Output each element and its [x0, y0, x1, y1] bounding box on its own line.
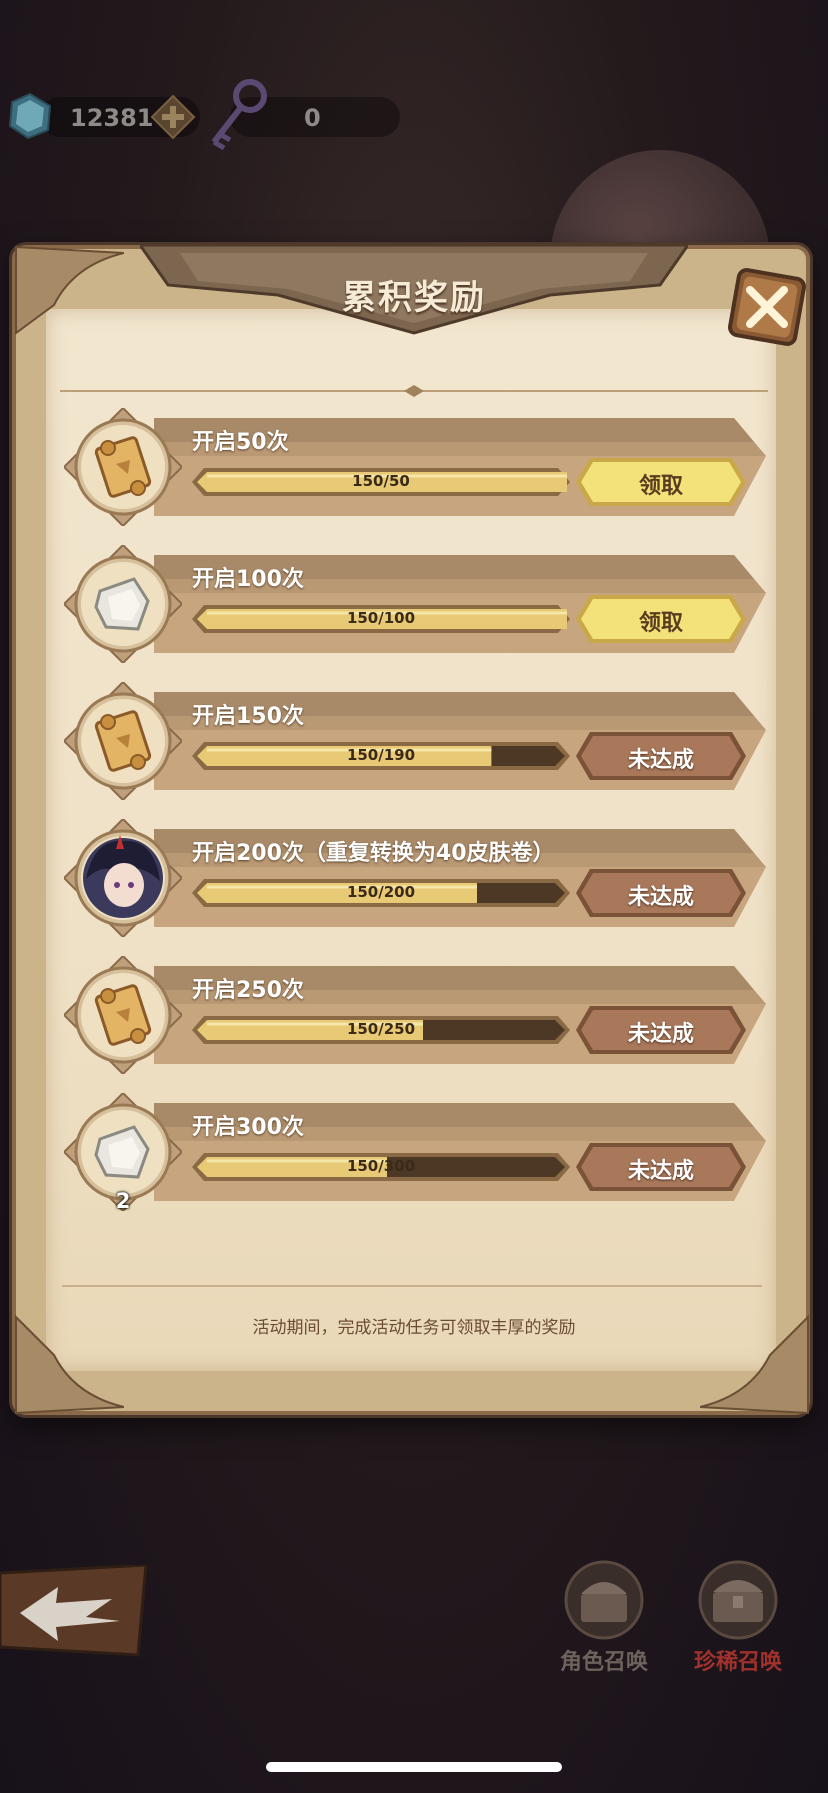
- reward-icon-frame[interactable]: [64, 408, 182, 526]
- progress-text: 150/300: [346, 1157, 416, 1175]
- close-button[interactable]: [722, 262, 812, 352]
- summon-character-button[interactable]: 角色召唤: [544, 1560, 664, 1676]
- reward-title: 开启300次: [192, 1115, 304, 1140]
- progress-text: 150/190: [346, 746, 416, 764]
- summon-rare-button[interactable]: 珍稀召唤: [678, 1560, 798, 1676]
- reward-row: 开启100次 150/100 领取: [64, 545, 774, 663]
- chest-icon: [564, 1560, 644, 1640]
- gem-icon: [8, 92, 52, 140]
- reward-icon-frame[interactable]: [64, 682, 182, 800]
- add-gems-icon[interactable]: [150, 94, 196, 140]
- button-label: 领取: [638, 474, 683, 499]
- gem-count: 12381: [70, 104, 154, 132]
- reward-title: 开启200次（重复转换为40皮肤卷）: [192, 841, 555, 866]
- home-indicator: [266, 1762, 562, 1772]
- summon-rare-label: 珍稀召唤: [693, 1650, 782, 1675]
- button-label: 领取: [638, 611, 683, 636]
- footer-divider: [62, 1285, 762, 1287]
- reward-title: 开启250次: [192, 978, 304, 1003]
- key-count: 0: [304, 104, 321, 132]
- progress-text: 150/100: [346, 609, 416, 627]
- reward-row: 开启150次 150/190 未达成: [64, 682, 774, 800]
- button-label: 未达成: [627, 748, 694, 773]
- reward-count: 2: [115, 1189, 131, 1213]
- reward-title: 开启50次: [192, 430, 289, 455]
- button-label: 未达成: [627, 1022, 694, 1047]
- button-label: 未达成: [627, 1159, 694, 1184]
- reward-icon-frame[interactable]: [64, 819, 182, 937]
- reward-row: 开启50次 150/50 领取: [64, 408, 774, 526]
- panel-title: 累积奖励: [342, 278, 486, 318]
- progress-text: 150/50: [352, 472, 410, 490]
- progress-text: 150/200: [346, 883, 416, 901]
- rare-chest-icon: [698, 1560, 778, 1640]
- footer-note: 活动期间，完成活动任务可领取丰厚的奖励: [252, 1318, 576, 1338]
- button-label: 未达成: [627, 885, 694, 910]
- reward-row: 开启250次 150/250 未达成: [64, 956, 774, 1074]
- key-icon: [211, 79, 267, 151]
- reward-title: 开启150次: [192, 704, 304, 729]
- reward-row: 开启200次（重复转换为40皮肤卷） 150/200 未达成: [64, 819, 774, 937]
- panel-divider: [60, 385, 768, 397]
- reward-row: 2 开启300次 150/300 未达成: [64, 1093, 774, 1213]
- reward-icon-frame[interactable]: [64, 545, 182, 663]
- reward-title: 开启100次: [192, 567, 304, 592]
- back-button[interactable]: [0, 1565, 150, 1660]
- summon-character-label: 角色召唤: [559, 1650, 648, 1675]
- progress-text: 150/250: [346, 1020, 416, 1038]
- reward-icon-frame[interactable]: [64, 956, 182, 1074]
